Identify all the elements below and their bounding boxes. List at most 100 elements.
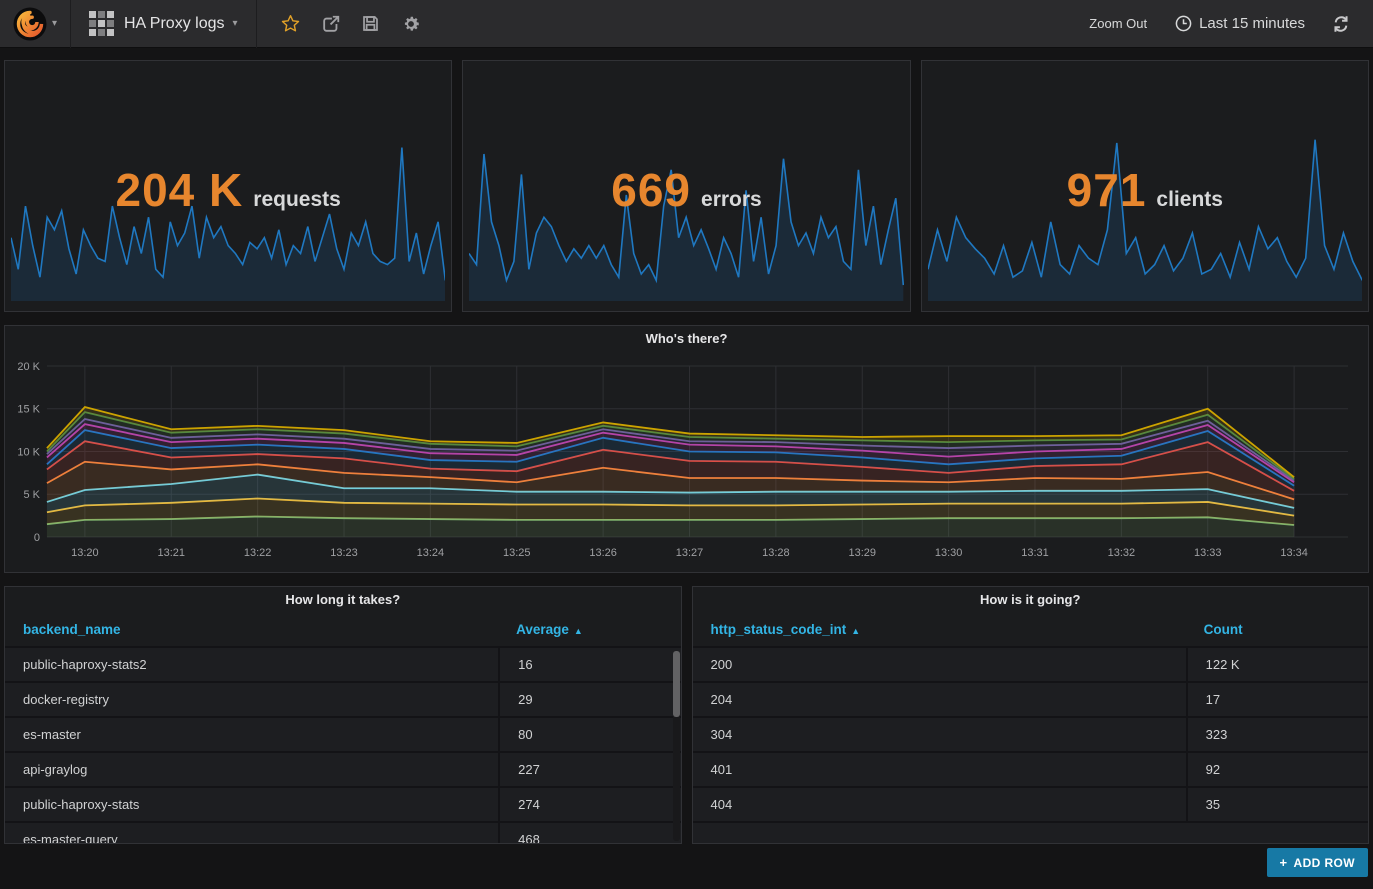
cell-backend_name: es-master xyxy=(5,718,498,751)
stat-panel-errors[interactable]: 669 errors xyxy=(462,60,910,312)
refresh-icon xyxy=(1332,15,1350,33)
sort-caret-icon: ▲ xyxy=(574,626,583,636)
stat-text: 971 clients xyxy=(922,163,1368,217)
table-row: public-haproxy-stats216 xyxy=(5,648,681,683)
stat-value: 971 xyxy=(1067,163,1147,217)
table-row: api-graylog227 xyxy=(5,753,681,788)
cell-backend_name: public-haproxy-stats xyxy=(5,788,498,821)
grafana-dashboard: ▾ HA Proxy logs ▾ xyxy=(0,0,1373,889)
x-axis-tick: 13:26 xyxy=(589,547,616,559)
star-icon xyxy=(281,14,300,33)
cell-http_status_code_int: 401 xyxy=(693,753,1186,786)
cell-Average: 227 xyxy=(498,753,680,786)
stat-panel-clients[interactable]: 971 clients xyxy=(921,60,1369,312)
cell-backend_name: api-graylog xyxy=(5,753,498,786)
stat-value: 204 K xyxy=(116,163,244,217)
graph-panel-whos-there: Who's there? 05 K10 K15 K20 K13:2013:211… xyxy=(4,325,1369,573)
panel-title[interactable]: How long it takes? xyxy=(5,587,681,613)
x-axis-tick: 13:21 xyxy=(158,547,185,559)
table-row: 40192 xyxy=(693,753,1369,788)
settings-button[interactable] xyxy=(391,0,431,48)
table-scrollbar[interactable] xyxy=(673,651,680,841)
cell-http_status_code_int: 200 xyxy=(693,648,1186,681)
cell-http_status_code_int: 204 xyxy=(693,683,1186,716)
cell-Average: 80 xyxy=(498,718,680,751)
save-button[interactable] xyxy=(351,0,391,48)
x-axis-tick: 13:23 xyxy=(330,547,357,559)
dashboard-title-dropdown[interactable]: HA Proxy logs ▾ xyxy=(71,0,256,48)
scrollbar-thumb[interactable] xyxy=(673,651,680,717)
cell-Count: 92 xyxy=(1186,753,1368,786)
dashboard-body: 204 K requests 669 errors 971 clients xyxy=(0,48,1373,877)
column-header-Count[interactable]: Count xyxy=(1186,613,1368,646)
add-row-label: ADD ROW xyxy=(1294,856,1355,870)
cell-Count: 323 xyxy=(1186,718,1368,751)
x-axis-tick: 13:28 xyxy=(762,547,789,559)
x-axis-tick: 13:32 xyxy=(1108,547,1135,559)
chevron-down-icon: ▾ xyxy=(232,18,237,29)
stat-value: 669 xyxy=(611,163,691,217)
refresh-button[interactable] xyxy=(1321,0,1361,48)
cell-Count: 122 K xyxy=(1186,648,1368,681)
table-row: es-master80 xyxy=(5,718,681,753)
zoom-out-button[interactable]: Zoom Out xyxy=(1077,8,1159,39)
cell-Count: 17 xyxy=(1186,683,1368,716)
cell-backend_name: public-haproxy-stats2 xyxy=(5,648,498,681)
y-axis-tick: 15 K xyxy=(17,404,40,416)
stacked-area-chart[interactable]: 05 K10 K15 K20 K13:2013:2113:2213:2313:2… xyxy=(5,352,1368,574)
add-row-container: + ADD ROW xyxy=(4,848,1369,877)
time-range-picker[interactable]: Last 15 minutes xyxy=(1165,7,1315,40)
cell-backend_name: es-master-query xyxy=(5,823,498,844)
table-header-row: backend_nameAverage▲ xyxy=(5,613,681,648)
panel-title[interactable]: Who's there? xyxy=(5,326,1368,352)
panel-title[interactable]: How is it going? xyxy=(693,587,1369,613)
grafana-logo-menu[interactable]: ▾ xyxy=(0,0,70,48)
y-axis-tick: 10 K xyxy=(17,446,40,458)
y-axis-tick: 20 K xyxy=(17,361,40,373)
column-header-Average[interactable]: Average▲ xyxy=(498,613,680,646)
divider xyxy=(256,0,257,48)
table-row: es-master-query468 xyxy=(5,823,681,844)
add-row-button[interactable]: + ADD ROW xyxy=(1267,848,1368,877)
table-header-row: http_status_code_int▲Count xyxy=(693,613,1369,648)
plus-icon: + xyxy=(1280,855,1288,870)
x-axis-tick: 13:25 xyxy=(503,547,530,559)
stat-panel-requests[interactable]: 204 K requests xyxy=(4,60,452,312)
cell-Count: 35 xyxy=(1186,788,1368,821)
stat-label: requests xyxy=(253,188,341,212)
y-axis-tick: 0 xyxy=(34,532,40,544)
stat-label: clients xyxy=(1156,188,1223,212)
gear-icon xyxy=(401,14,421,34)
star-button[interactable] xyxy=(271,0,311,48)
stat-label: errors xyxy=(701,188,762,212)
table-row: public-haproxy-stats274 xyxy=(5,788,681,823)
x-axis-tick: 13:31 xyxy=(1021,547,1048,559)
table-row: 304323 xyxy=(693,718,1369,753)
cell-Average: 468 xyxy=(498,823,680,844)
dashboard-title[interactable]: HA Proxy logs ▾ xyxy=(124,15,238,33)
share-button[interactable] xyxy=(311,0,351,48)
cell-Average: 16 xyxy=(498,648,680,681)
share-icon xyxy=(321,14,341,34)
table-panel-how-long-it-takes: How long it takes? backend_nameAverage▲p… xyxy=(4,586,682,844)
cell-http_status_code_int: 304 xyxy=(693,718,1186,751)
stat-text: 204 K requests xyxy=(5,163,451,217)
table-row: docker-registry29 xyxy=(5,683,681,718)
navbar: ▾ HA Proxy logs ▾ xyxy=(0,0,1373,48)
column-header-backend_name[interactable]: backend_name xyxy=(5,613,498,646)
time-controls: Zoom Out Last 15 minutes xyxy=(1077,0,1373,48)
table-row: 200122 K xyxy=(693,648,1369,683)
x-axis-tick: 13:33 xyxy=(1194,547,1221,559)
x-axis-tick: 13:34 xyxy=(1280,547,1307,559)
stat-text: 669 errors xyxy=(463,163,909,217)
dashboard-actions xyxy=(271,0,431,48)
column-header-http_status_code_int[interactable]: http_status_code_int▲ xyxy=(693,613,1186,646)
dashboard-title-text: HA Proxy logs xyxy=(124,15,224,33)
table-row-clipped xyxy=(693,823,1369,844)
sort-caret-icon: ▲ xyxy=(851,626,860,636)
cell-backend_name: docker-registry xyxy=(5,683,498,716)
clock-icon xyxy=(1175,15,1192,32)
grafana-logo xyxy=(13,7,47,41)
time-range-label: Last 15 minutes xyxy=(1199,15,1305,32)
save-icon xyxy=(361,14,380,33)
